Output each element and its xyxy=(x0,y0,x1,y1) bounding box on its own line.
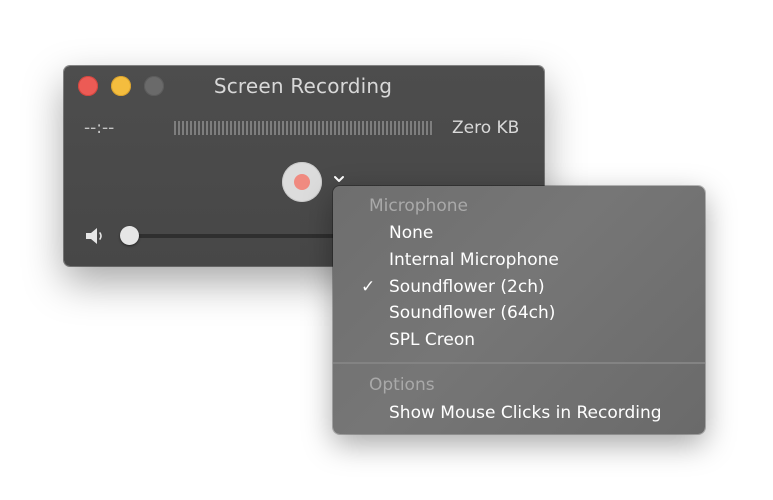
record-button[interactable] xyxy=(282,162,322,202)
screen: Screen Recording --:-- Zero KB Microphon… xyxy=(0,0,773,500)
volume-slider-knob[interactable] xyxy=(120,226,139,245)
options-section-header: Options xyxy=(369,375,435,395)
menu-item-soundflower-2ch[interactable]: ✓ Soundflower (2ch) xyxy=(333,275,705,301)
menu-item-label: Show Mouse Clicks in Recording xyxy=(389,403,662,423)
menu-item-label: SPL Creon xyxy=(389,330,476,350)
menu-separator xyxy=(333,362,705,364)
menu-item-label: Soundflower (64ch) xyxy=(389,303,556,323)
menu-item-none[interactable]: None xyxy=(333,221,705,247)
menu-item-spl-creon[interactable]: SPL Creon xyxy=(333,328,705,354)
file-size: Zero KB xyxy=(452,118,520,138)
menu-item-show-mouse-clicks[interactable]: Show Mouse Clicks in Recording xyxy=(333,401,705,427)
window-title: Screen Recording xyxy=(213,74,393,98)
audio-level-meter xyxy=(174,121,434,135)
chevron-down-icon[interactable] xyxy=(332,172,346,186)
speaker-icon xyxy=(86,228,102,244)
microphone-section-header: Microphone xyxy=(369,196,468,216)
record-dot-icon xyxy=(294,174,310,190)
menu-item-label: Soundflower (2ch) xyxy=(389,277,545,297)
elapsed-time: --:-- xyxy=(84,118,115,138)
recording-options-menu: Microphone None Internal Microphone ✓ So… xyxy=(333,186,705,434)
menu-item-soundflower-64ch[interactable]: Soundflower (64ch) xyxy=(333,301,705,327)
menu-item-internal-microphone[interactable]: Internal Microphone xyxy=(333,248,705,274)
menu-item-label: None xyxy=(389,223,434,243)
checkmark-icon: ✓ xyxy=(361,277,376,297)
menu-item-label: Internal Microphone xyxy=(389,250,559,270)
